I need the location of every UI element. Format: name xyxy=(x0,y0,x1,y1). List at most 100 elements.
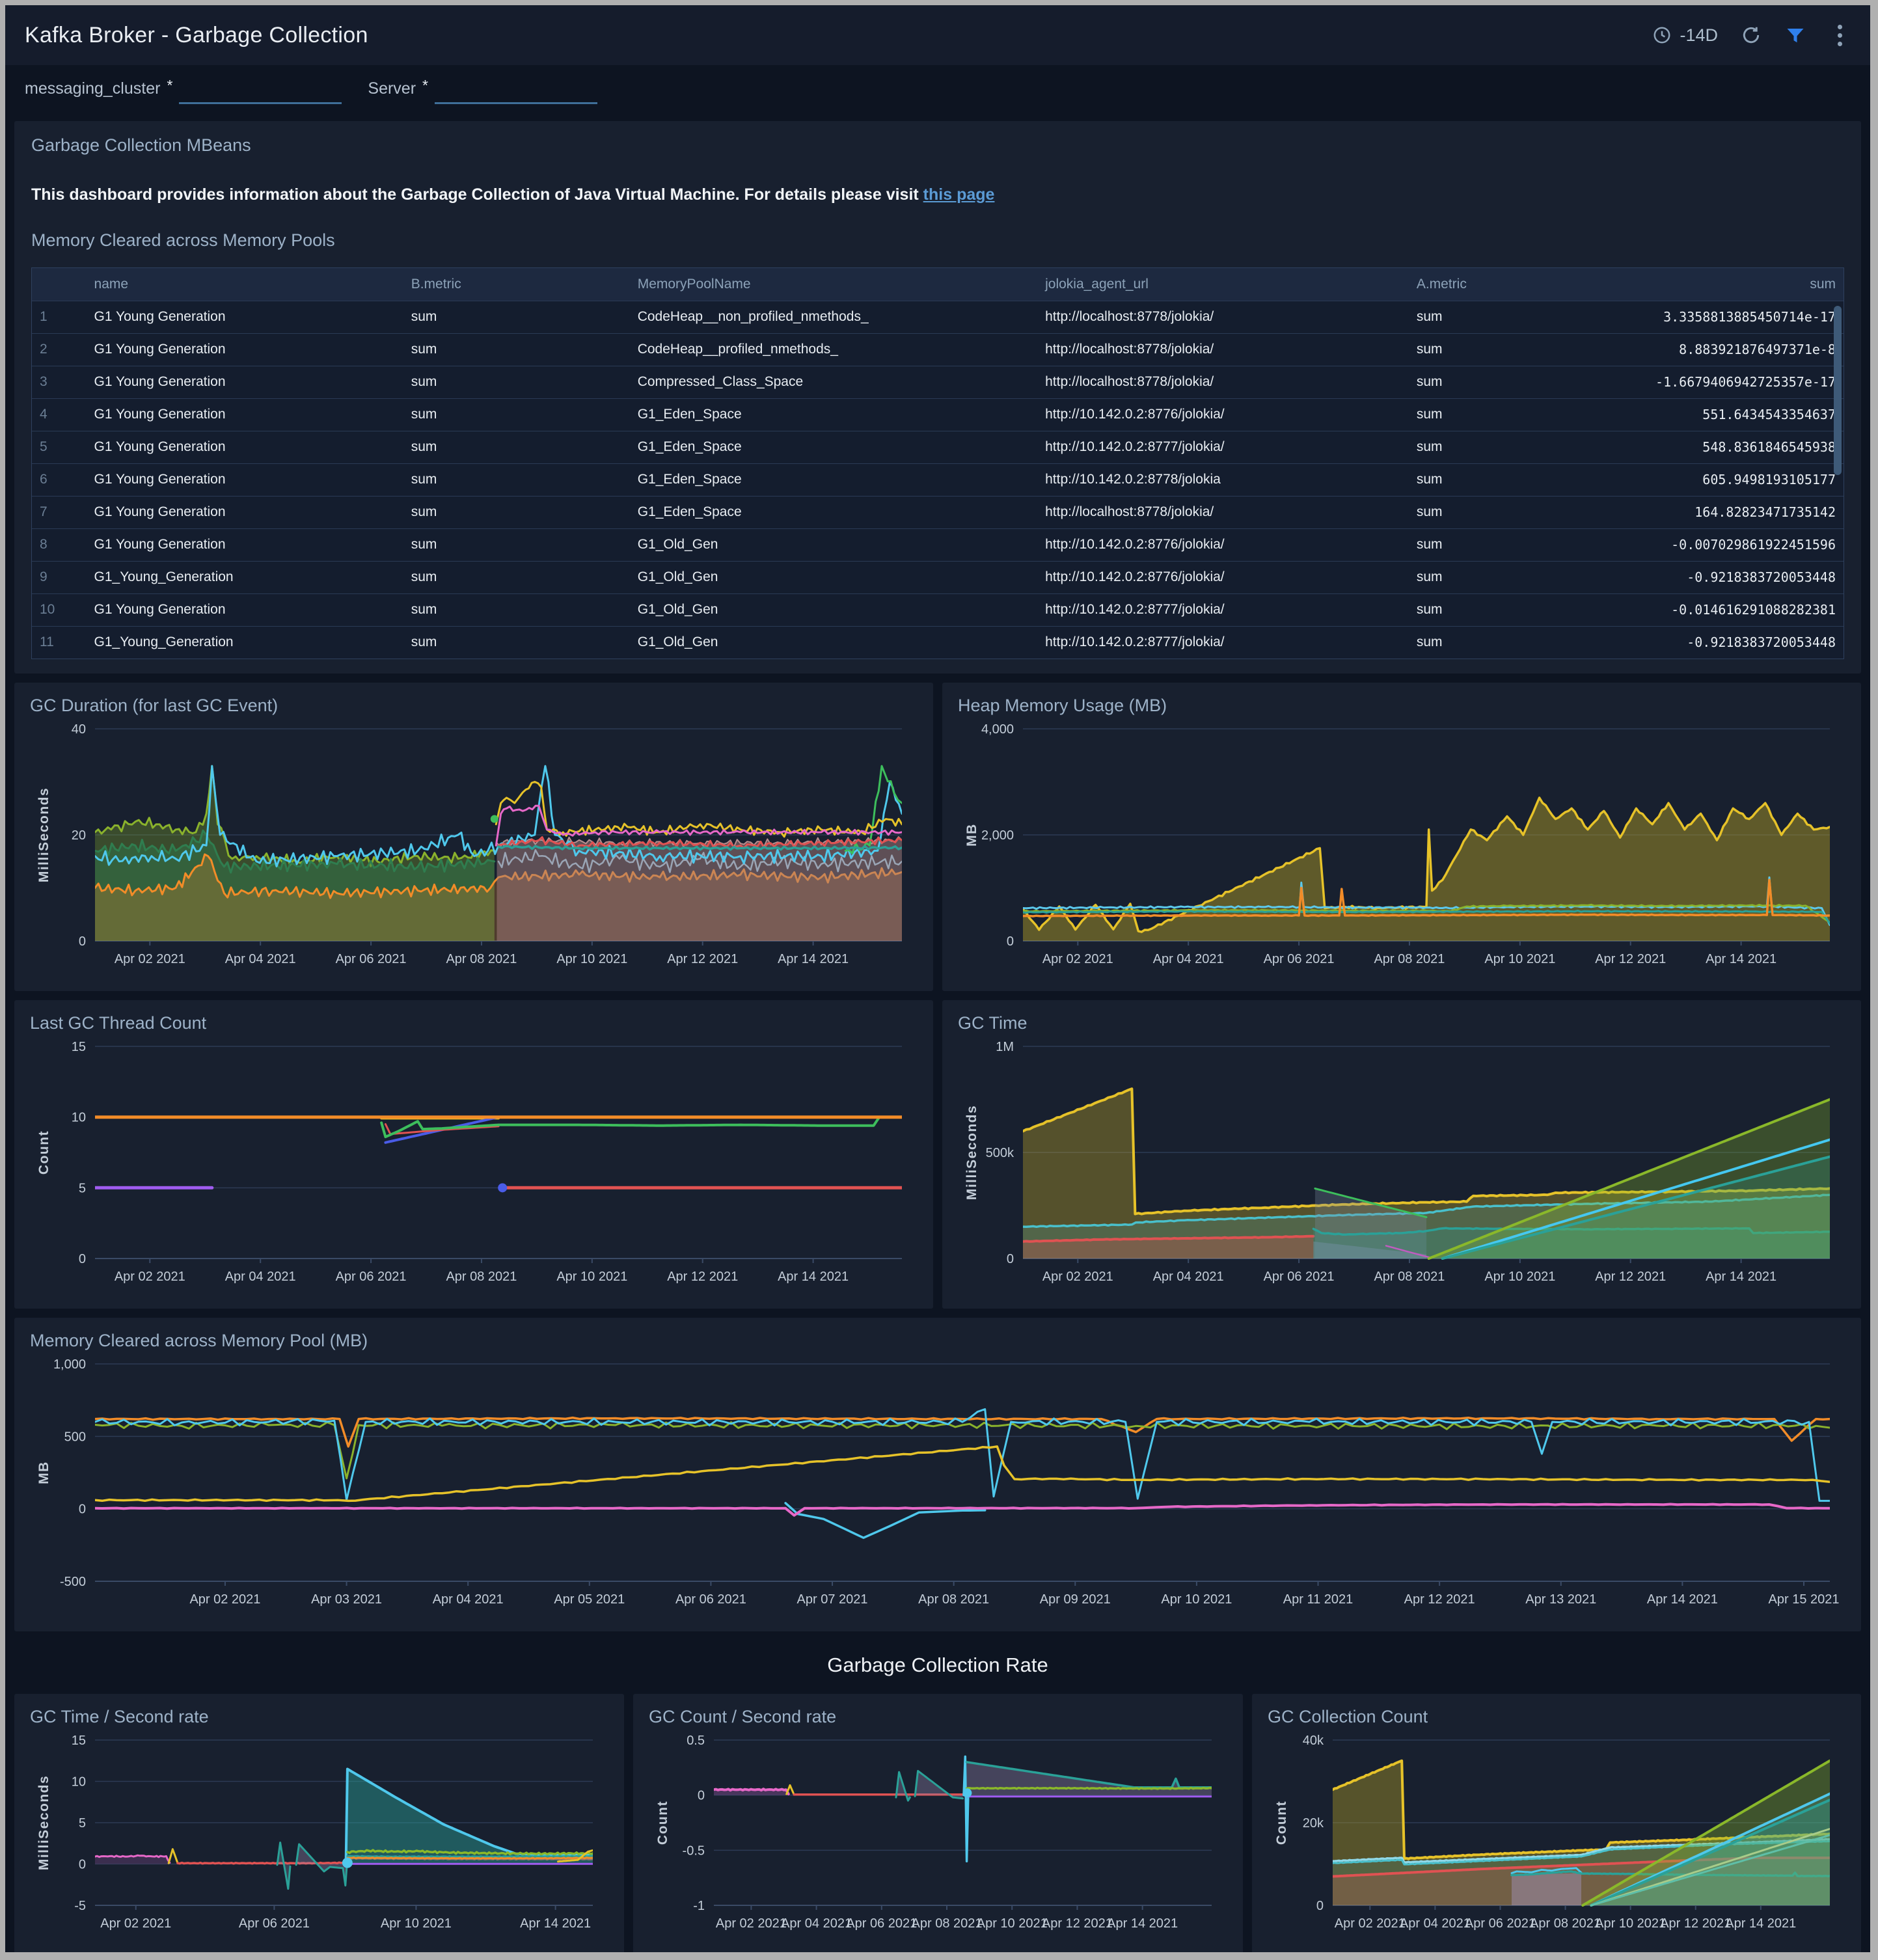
svg-text:Apr 08 2021: Apr 08 2021 xyxy=(446,952,517,966)
gc-collection-count-chart: 020k40kCountApr 02 2021Apr 04 2021Apr 06… xyxy=(1268,1731,1845,1942)
svg-text:Apr 14 2021: Apr 14 2021 xyxy=(1706,1270,1776,1284)
svg-text:4,000: 4,000 xyxy=(981,722,1014,737)
svg-text:0: 0 xyxy=(79,934,86,949)
svg-text:0: 0 xyxy=(1316,1899,1324,1913)
gc-duration-panel: GC Duration (for last GC Event) 02040Mil… xyxy=(14,683,933,991)
filter-server: Server * xyxy=(368,77,597,104)
dashboard: Kafka Broker - Garbage Collection -14D m… xyxy=(5,5,1870,1952)
cell-memory-pool: G1_Eden_Space xyxy=(630,431,1037,463)
svg-text:Count: Count xyxy=(655,1801,670,1845)
svg-text:Apr 14 2021: Apr 14 2021 xyxy=(1647,1592,1718,1607)
gc-time-chart: 0500k1MMilliSecondsApr 02 2021Apr 04 202… xyxy=(958,1037,1845,1296)
cell-b-metric: sum xyxy=(403,398,630,431)
cell-jolokia-url: http://10.142.0.2:8776/jolokia/ xyxy=(1037,528,1409,561)
col-name[interactable]: name xyxy=(87,268,403,301)
svg-text:Apr 10 2021: Apr 10 2021 xyxy=(1595,1916,1666,1931)
svg-text:5: 5 xyxy=(79,1816,86,1831)
svg-text:Apr 02 2021: Apr 02 2021 xyxy=(1042,952,1113,966)
cell-a-metric: sum xyxy=(1409,496,1581,528)
refresh-icon[interactable] xyxy=(1740,24,1762,46)
svg-text:Apr 12 2021: Apr 12 2021 xyxy=(1042,1916,1113,1931)
cell-sum: 548.8361846545938 xyxy=(1581,431,1844,463)
memory-pools-table: name B.metric MemoryPoolName jolokia_age… xyxy=(31,267,1844,659)
table-row: 2 G1 Young Generation sum CodeHeap__prof… xyxy=(32,333,1844,366)
cell-b-metric: sum xyxy=(403,626,630,659)
server-input[interactable] xyxy=(435,77,597,104)
cell-memory-pool: G1_Old_Gen xyxy=(630,593,1037,626)
filter-icon[interactable] xyxy=(1784,24,1806,46)
col-a-metric[interactable]: A.metric xyxy=(1409,268,1581,301)
cell-memory-pool: CodeHeap__non_profiled_nmethods_ xyxy=(630,301,1037,333)
cell-memory-pool: G1_Old_Gen xyxy=(630,561,1037,593)
svg-text:Apr 10 2021: Apr 10 2021 xyxy=(977,1916,1048,1931)
svg-text:MilliSeconds: MilliSeconds xyxy=(964,1105,979,1200)
svg-text:20k: 20k xyxy=(1303,1816,1324,1831)
gc-count-rate-chart: -1-0.500.5CountApr 02 2021Apr 04 2021Apr… xyxy=(649,1731,1227,1942)
svg-text:Apr 14 2021: Apr 14 2021 xyxy=(520,1916,591,1931)
col-b-metric[interactable]: B.metric xyxy=(403,268,630,301)
svg-text:Apr 12 2021: Apr 12 2021 xyxy=(1660,1916,1731,1931)
svg-text:Apr 12 2021: Apr 12 2021 xyxy=(667,952,738,966)
cell-memory-pool: G1_Old_Gen xyxy=(630,528,1037,561)
svg-text:40k: 40k xyxy=(1303,1734,1324,1748)
cell-name: G1 Young Generation xyxy=(87,496,403,528)
row-index: 10 xyxy=(32,593,87,626)
table-row: 1 G1 Young Generation sum CodeHeap__non_… xyxy=(32,301,1844,333)
table-scrollbar[interactable] xyxy=(1834,306,1842,475)
time-range-value: -14D xyxy=(1680,25,1718,46)
svg-text:Apr 04 2021: Apr 04 2021 xyxy=(1153,952,1224,966)
cell-b-metric: sum xyxy=(403,301,630,333)
cell-a-metric: sum xyxy=(1409,561,1581,593)
cell-jolokia-url: http://localhost:8778/jolokia/ xyxy=(1037,301,1409,333)
svg-text:2,000: 2,000 xyxy=(981,828,1014,843)
svg-text:Apr 02 2021: Apr 02 2021 xyxy=(189,1592,260,1607)
chart-title: GC Count / Second rate xyxy=(649,1707,1227,1727)
cell-a-metric: sum xyxy=(1409,626,1581,659)
svg-text:0: 0 xyxy=(1007,934,1014,949)
table-row: 3 G1 Young Generation sum Compressed_Cla… xyxy=(32,366,1844,398)
svg-text:0: 0 xyxy=(1007,1252,1014,1266)
table-row: 10 G1 Young Generation sum G1_Old_Gen ht… xyxy=(32,593,1844,626)
svg-text:MB: MB xyxy=(36,1461,51,1484)
svg-text:Apr 04 2021: Apr 04 2021 xyxy=(1400,1916,1471,1931)
table-header-row: name B.metric MemoryPoolName jolokia_age… xyxy=(32,268,1844,301)
cell-jolokia-url: http://localhost:8778/jolokia/ xyxy=(1037,366,1409,398)
cell-a-metric: sum xyxy=(1409,431,1581,463)
svg-text:Apr 10 2021: Apr 10 2021 xyxy=(1484,1270,1555,1284)
cell-sum: -0.014616291088282381 xyxy=(1581,593,1844,626)
col-memory-pool-name[interactable]: MemoryPoolName xyxy=(630,268,1037,301)
svg-text:-500: -500 xyxy=(60,1575,86,1589)
cell-a-metric: sum xyxy=(1409,398,1581,431)
svg-text:1M: 1M xyxy=(996,1040,1014,1054)
kebab-menu-icon[interactable] xyxy=(1829,24,1851,46)
cell-a-metric: sum xyxy=(1409,593,1581,626)
messaging-cluster-input[interactable] xyxy=(179,77,342,104)
cell-a-metric: sum xyxy=(1409,528,1581,561)
chart-title: GC Duration (for last GC Event) xyxy=(30,696,918,716)
cell-name: G1_Young_Generation xyxy=(87,626,403,659)
cell-b-metric: sum xyxy=(403,333,630,366)
svg-text:Apr 08 2021: Apr 08 2021 xyxy=(918,1592,989,1607)
this-page-link[interactable]: this page xyxy=(923,185,995,204)
svg-text:Apr 06 2021: Apr 06 2021 xyxy=(1264,952,1335,966)
svg-text:MB: MB xyxy=(964,823,979,847)
cell-a-metric: sum xyxy=(1409,463,1581,496)
mbeans-panel: Garbage Collection MBeans This dashboard… xyxy=(14,121,1861,674)
svg-text:Apr 11 2021: Apr 11 2021 xyxy=(1283,1592,1354,1607)
svg-text:Apr 12 2021: Apr 12 2021 xyxy=(1595,952,1666,966)
svg-text:1,000: 1,000 xyxy=(53,1357,86,1372)
cell-name: G1 Young Generation xyxy=(87,431,403,463)
table-row: 6 G1 Young Generation sum G1_Eden_Space … xyxy=(32,463,1844,496)
time-range-control[interactable]: -14D xyxy=(1651,24,1718,46)
col-sum[interactable]: sum xyxy=(1581,268,1844,301)
cell-name: G1_Young_Generation xyxy=(87,561,403,593)
row-index: 5 xyxy=(32,431,87,463)
svg-text:-5: -5 xyxy=(74,1899,86,1913)
memory-cleared-panel: Memory Cleared across Memory Pool (MB) -… xyxy=(14,1318,1861,1631)
col-jolokia-agent-url[interactable]: jolokia_agent_url xyxy=(1037,268,1409,301)
cell-jolokia-url: http://localhost:8778/jolokia/ xyxy=(1037,333,1409,366)
table-row: 4 G1 Young Generation sum G1_Eden_Space … xyxy=(32,398,1844,431)
svg-text:Apr 10 2021: Apr 10 2021 xyxy=(1484,952,1555,966)
svg-text:-0.5: -0.5 xyxy=(683,1844,705,1858)
cell-b-metric: sum xyxy=(403,593,630,626)
